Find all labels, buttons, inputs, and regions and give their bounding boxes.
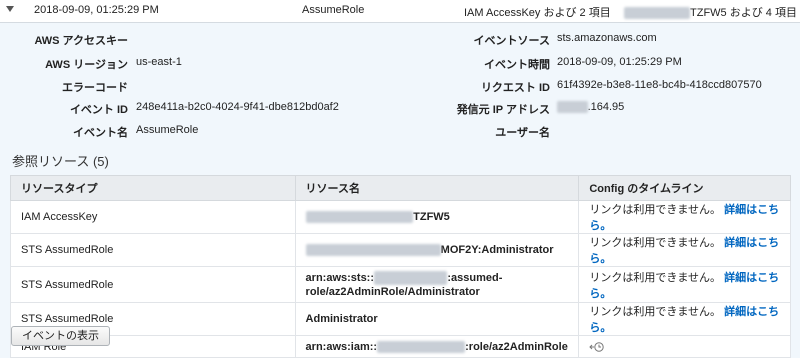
resource-name-suffix: TZFW5	[413, 211, 450, 223]
cell-config-timeline: リンクは利用できません。 詳細はこちら。	[578, 302, 791, 336]
cell-config-timeline	[578, 335, 791, 358]
label-event-id: イベント ID	[69, 104, 128, 116]
summary-access-key-suffix: TZFW5 および 4 項目	[690, 7, 797, 19]
summary-event-name: AssumeRole	[302, 4, 365, 16]
referenced-resources-title: 参照リソース (5)	[12, 154, 109, 169]
value-request-id: 61f4392e-b3e8-11e8-bc4b-418ccd807570	[557, 79, 762, 91]
resource-name-suffix: MOF2Y:Administrator	[440, 244, 554, 256]
resource-name-line2: role/az2AdminRole/Administrator	[305, 285, 480, 298]
table-row: STS AssumedRole AROAXXXXXXXXXXXXXXMOF2Y:…	[10, 233, 791, 267]
column-header-resource-name[interactable]: リソース名	[294, 175, 580, 201]
value-event-id: 248e411a-b2c0-4024-9f41-dbe812bd0af2	[136, 101, 339, 113]
timeline-clock-icon[interactable]	[589, 341, 605, 353]
redacted-text: xx.xxx	[557, 101, 588, 113]
cell-resource-type: STS AssumedRole	[10, 266, 296, 303]
resource-name-suffix: :assumed-	[447, 271, 503, 284]
summary-access-key: xxxxxxxxxxxxTZFW5 および 4 項目	[624, 4, 797, 20]
cell-config-timeline: リンクは利用できません。 詳細はこちら。	[578, 266, 791, 303]
value-event-time: 2018-09-09, 01:25:29 PM	[557, 56, 682, 68]
redacted-text: xxxxxxxxxxxx	[624, 7, 690, 19]
summary-resources: IAM AccessKey および 2 項目	[464, 7, 611, 19]
table-header-row: リソースタイプ リソース名 Config のタイムライン	[10, 175, 791, 201]
label-event-name: イベント名	[73, 127, 128, 139]
table-row: IAM Role arn:aws:iam::XXXXXXXXXXXX:role/…	[10, 335, 791, 358]
resource-name-prefix: arn:aws:sts::	[305, 271, 375, 284]
resource-name-prefix: arn:aws:iam::	[305, 340, 378, 353]
redacted-text: XXXXXXXXXX	[374, 270, 448, 285]
redacted-text: XXXXXXXXXXXX	[377, 340, 466, 353]
table-row: STS AssumedRole arn:aws:sts::XXXXXXXXXX:…	[10, 266, 791, 303]
label-error-code: エラーコード	[62, 82, 128, 94]
value-event-source: sts.amazonaws.com	[557, 32, 657, 44]
cell-resource-name: AROAXXXXXXXXXXXXXXMOF2Y:Administrator	[294, 233, 580, 267]
label-access-key: AWS アクセスキー	[34, 35, 128, 47]
cell-config-timeline: リンクは利用できません。 詳細はこちら。	[578, 233, 791, 267]
resources-table: リソースタイプ リソース名 Config のタイムライン IAM AccessK…	[10, 175, 791, 358]
label-user-name: ユーザー名	[495, 127, 550, 139]
value-source-ip: xx.xxx.164.95	[557, 101, 624, 113]
cell-resource-type: STS AssumedRole	[10, 233, 296, 267]
redacted-text: AROAXXXXXXXXXXXXXX	[305, 244, 441, 256]
view-event-button[interactable]: イベントの表示	[11, 326, 110, 346]
summary-time: 2018-09-09, 01:25:29 PM	[34, 4, 159, 16]
event-summary-row[interactable]: 2018-09-09, 01:25:29 PM AssumeRole IAM A…	[0, 0, 800, 23]
config-unavailable-text: リンクは利用できません。	[589, 204, 722, 216]
label-event-time: イベント時間	[484, 59, 550, 71]
source-ip-suffix: .164.95	[587, 101, 625, 113]
cell-resource-name: Administrator	[294, 302, 580, 336]
column-header-config-timeline[interactable]: Config のタイムライン	[578, 175, 791, 201]
table-row: IAM AccessKey AKIAXXXXXXXXXXXTZFW5 リンクは利…	[10, 200, 791, 234]
cell-resource-name: arn:aws:sts::XXXXXXXXXX:assumed- role/az…	[294, 266, 580, 303]
resource-name-suffix: :role/az2AdminRole	[465, 340, 568, 353]
value-region: us-east-1	[136, 56, 182, 68]
cell-resource-type: IAM AccessKey	[10, 200, 296, 234]
config-unavailable-text: リンクは利用できません。	[589, 237, 722, 249]
redacted-text: AKIAXXXXXXXXXXX	[305, 211, 414, 223]
cell-resource-name-link[interactable]: arn:aws:iam::XXXXXXXXXXXX:role/az2AdminR…	[294, 335, 580, 358]
config-unavailable-text: リンクは利用できません。	[589, 306, 722, 318]
label-source-ip: 発信元 IP アドレス	[456, 104, 550, 116]
config-unavailable-text: リンクは利用できません。	[589, 271, 722, 284]
cell-resource-name: AKIAXXXXXXXXXXXTZFW5	[294, 200, 580, 234]
label-event-source: イベントソース	[473, 35, 550, 47]
table-row: STS AssumedRole Administrator リンクは利用できませ…	[10, 302, 791, 336]
label-request-id: リクエスト ID	[480, 82, 550, 94]
column-header-resource-type[interactable]: リソースタイプ	[10, 175, 296, 201]
cell-config-timeline: リンクは利用できません。 詳細はこちら。	[578, 200, 791, 234]
value-event-name: AssumeRole	[136, 124, 199, 136]
label-region: AWS リージョン	[45, 59, 128, 71]
collapse-caret-icon[interactable]	[6, 6, 14, 12]
